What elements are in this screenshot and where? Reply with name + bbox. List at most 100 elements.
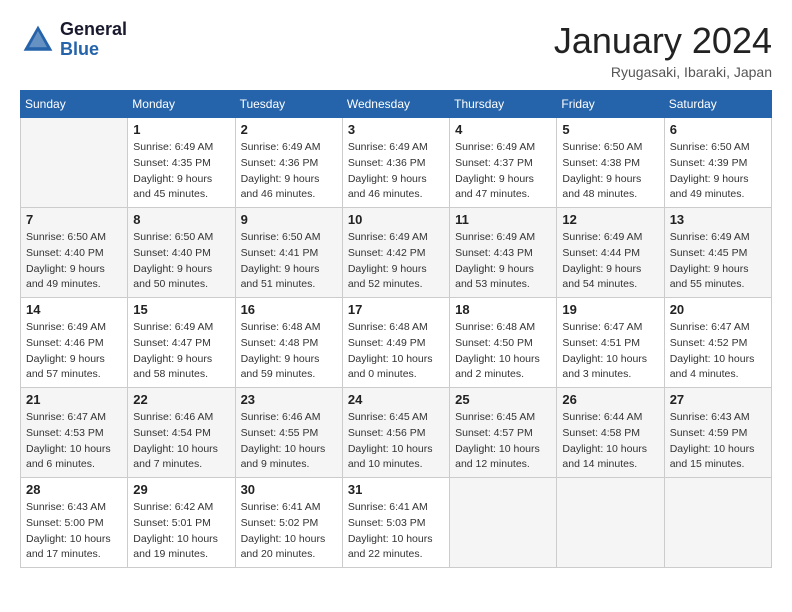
day-info: Sunrise: 6:45 AMSunset: 4:57 PMDaylight:… [455,410,551,473]
table-row: 27 Sunrise: 6:43 AMSunset: 4:59 PMDayligh… [664,388,771,478]
table-row [664,478,771,568]
table-row: 22 Sunrise: 6:46 AMSunset: 4:54 PMDayligh… [128,388,235,478]
day-number: 19 [562,302,658,317]
table-row: 4 Sunrise: 6:49 AMSunset: 4:37 PMDaylight… [450,118,557,208]
table-row: 1 Sunrise: 6:49 AMSunset: 4:35 PMDaylight… [128,118,235,208]
day-info: Sunrise: 6:43 AMSunset: 5:00 PMDaylight:… [26,500,122,563]
day-info: Sunrise: 6:50 AMSunset: 4:40 PMDaylight:… [26,230,122,293]
day-number: 6 [670,122,766,137]
table-row: 17 Sunrise: 6:48 AMSunset: 4:49 PMDayligh… [342,298,449,388]
weekday-monday: Monday [128,91,235,118]
day-number: 5 [562,122,658,137]
day-info: Sunrise: 6:48 AMSunset: 4:48 PMDaylight:… [241,320,337,383]
day-number: 17 [348,302,444,317]
day-info: Sunrise: 6:49 AMSunset: 4:37 PMDaylight:… [455,140,551,203]
day-number: 30 [241,482,337,497]
table-row: 6 Sunrise: 6:50 AMSunset: 4:39 PMDaylight… [664,118,771,208]
day-info: Sunrise: 6:49 AMSunset: 4:45 PMDaylight:… [670,230,766,293]
day-info: Sunrise: 6:49 AMSunset: 4:47 PMDaylight:… [133,320,229,383]
day-number: 14 [26,302,122,317]
table-row: 12Sunrise: 6:49 AMSunset: 4:44 PMDayligh… [557,208,664,298]
day-number: 16 [241,302,337,317]
day-info: Sunrise: 6:50 AMSunset: 4:39 PMDaylight:… [670,140,766,203]
table-row: 21 Sunrise: 6:47 AMSunset: 4:53 PMDayligh… [21,388,128,478]
weekday-sunday: Sunday [21,91,128,118]
logo-text: General Blue [60,20,127,60]
day-number: 25 [455,392,551,407]
day-info: Sunrise: 6:46 AMSunset: 4:54 PMDaylight:… [133,410,229,473]
table-row: 31 Sunrise: 6:41 AMSunset: 5:03 PMDayligh… [342,478,449,568]
table-row: 23 Sunrise: 6:46 AMSunset: 4:55 PMDayligh… [235,388,342,478]
day-number: 22 [133,392,229,407]
day-number: 1 [133,122,229,137]
day-info: Sunrise: 6:46 AMSunset: 4:55 PMDaylight:… [241,410,337,473]
table-row [557,478,664,568]
table-row: 13 Sunrise: 6:49 AMSunset: 4:45 PMDayligh… [664,208,771,298]
day-number: 2 [241,122,337,137]
weekday-wednesday: Wednesday [342,91,449,118]
day-info: Sunrise: 6:49 AMSunset: 4:36 PMDaylight:… [241,140,337,203]
week-row-5: 28 Sunrise: 6:43 AMSunset: 5:00 PMDayligh… [21,478,772,568]
logo: General Blue [20,20,127,60]
day-info: Sunrise: 6:49 AMSunset: 4:36 PMDaylight:… [348,140,444,203]
day-info: Sunrise: 6:49 AMSunset: 4:46 PMDaylight:… [26,320,122,383]
day-number: 21 [26,392,122,407]
day-info: Sunrise: 6:48 AMSunset: 4:49 PMDaylight:… [348,320,444,383]
logo-icon [20,22,56,58]
day-number: 27 [670,392,766,407]
table-row: 9Sunrise: 6:50 AMSunset: 4:41 PMDaylight… [235,208,342,298]
table-row: 18 Sunrise: 6:48 AMSunset: 4:50 PMDayligh… [450,298,557,388]
day-number: 29 [133,482,229,497]
week-row-1: 1 Sunrise: 6:49 AMSunset: 4:35 PMDaylight… [21,118,772,208]
day-info: Sunrise: 6:41 AMSunset: 5:02 PMDaylight:… [241,500,337,563]
day-number: 15 [133,302,229,317]
day-number: 28 [26,482,122,497]
title-block: January 2024 Ryugasaki, Ibaraki, Japan [554,20,772,80]
table-row [450,478,557,568]
day-info: Sunrise: 6:47 AMSunset: 4:53 PMDaylight:… [26,410,122,473]
table-row: 15 Sunrise: 6:49 AMSunset: 4:47 PMDayligh… [128,298,235,388]
table-row: 3 Sunrise: 6:49 AMSunset: 4:36 PMDaylight… [342,118,449,208]
week-row-4: 21 Sunrise: 6:47 AMSunset: 4:53 PMDayligh… [21,388,772,478]
day-info: Sunrise: 6:41 AMSunset: 5:03 PMDaylight:… [348,500,444,563]
day-info: Sunrise: 6:50 AMSunset: 4:38 PMDaylight:… [562,140,658,203]
day-number: 3 [348,122,444,137]
day-info: Sunrise: 6:42 AMSunset: 5:01 PMDaylight:… [133,500,229,563]
table-row: 26Sunrise: 6:44 AMSunset: 4:58 PMDayligh… [557,388,664,478]
day-number: 23 [241,392,337,407]
page-header: General Blue January 2024 Ryugasaki, Iba… [20,20,772,80]
day-number: 4 [455,122,551,137]
day-info: Sunrise: 6:48 AMSunset: 4:50 PMDaylight:… [455,320,551,383]
day-number: 26 [562,392,658,407]
day-number: 20 [670,302,766,317]
location: Ryugasaki, Ibaraki, Japan [554,64,772,80]
table-row: 5 Sunrise: 6:50 AMSunset: 4:38 PMDaylight… [557,118,664,208]
day-info: Sunrise: 6:49 AMSunset: 4:35 PMDaylight:… [133,140,229,203]
day-info: Sunrise: 6:47 AMSunset: 4:51 PMDaylight:… [562,320,658,383]
table-row [21,118,128,208]
table-row: 29 Sunrise: 6:42 AMSunset: 5:01 PMDayligh… [128,478,235,568]
day-info: Sunrise: 6:43 AMSunset: 4:59 PMDaylight:… [670,410,766,473]
table-row: 11Sunrise: 6:49 AMSunset: 4:43 PMDayligh… [450,208,557,298]
weekday-saturday: Saturday [664,91,771,118]
day-info: Sunrise: 6:49 AMSunset: 4:43 PMDaylight:… [455,230,551,293]
day-number: 13 [670,212,766,227]
day-number: 7 [26,212,122,227]
week-row-3: 14 Sunrise: 6:49 AMSunset: 4:46 PMDayligh… [21,298,772,388]
table-row: 30 Sunrise: 6:41 AMSunset: 5:02 PMDayligh… [235,478,342,568]
day-number: 9 [241,212,337,227]
day-number: 10 [348,212,444,227]
table-row: 7 Sunrise: 6:50 AMSunset: 4:40 PMDaylight… [21,208,128,298]
month-title: January 2024 [554,20,772,62]
table-row: 20 Sunrise: 6:47 AMSunset: 4:52 PMDayligh… [664,298,771,388]
day-number: 31 [348,482,444,497]
table-row: 8Sunrise: 6:50 AMSunset: 4:40 PMDaylight… [128,208,235,298]
day-number: 18 [455,302,551,317]
weekday-thursday: Thursday [450,91,557,118]
day-info: Sunrise: 6:47 AMSunset: 4:52 PMDaylight:… [670,320,766,383]
table-row: 2 Sunrise: 6:49 AMSunset: 4:36 PMDaylight… [235,118,342,208]
week-row-2: 7 Sunrise: 6:50 AMSunset: 4:40 PMDaylight… [21,208,772,298]
day-number: 12 [562,212,658,227]
table-row: 25 Sunrise: 6:45 AMSunset: 4:57 PMDayligh… [450,388,557,478]
table-row: 16 Sunrise: 6:48 AMSunset: 4:48 PMDayligh… [235,298,342,388]
